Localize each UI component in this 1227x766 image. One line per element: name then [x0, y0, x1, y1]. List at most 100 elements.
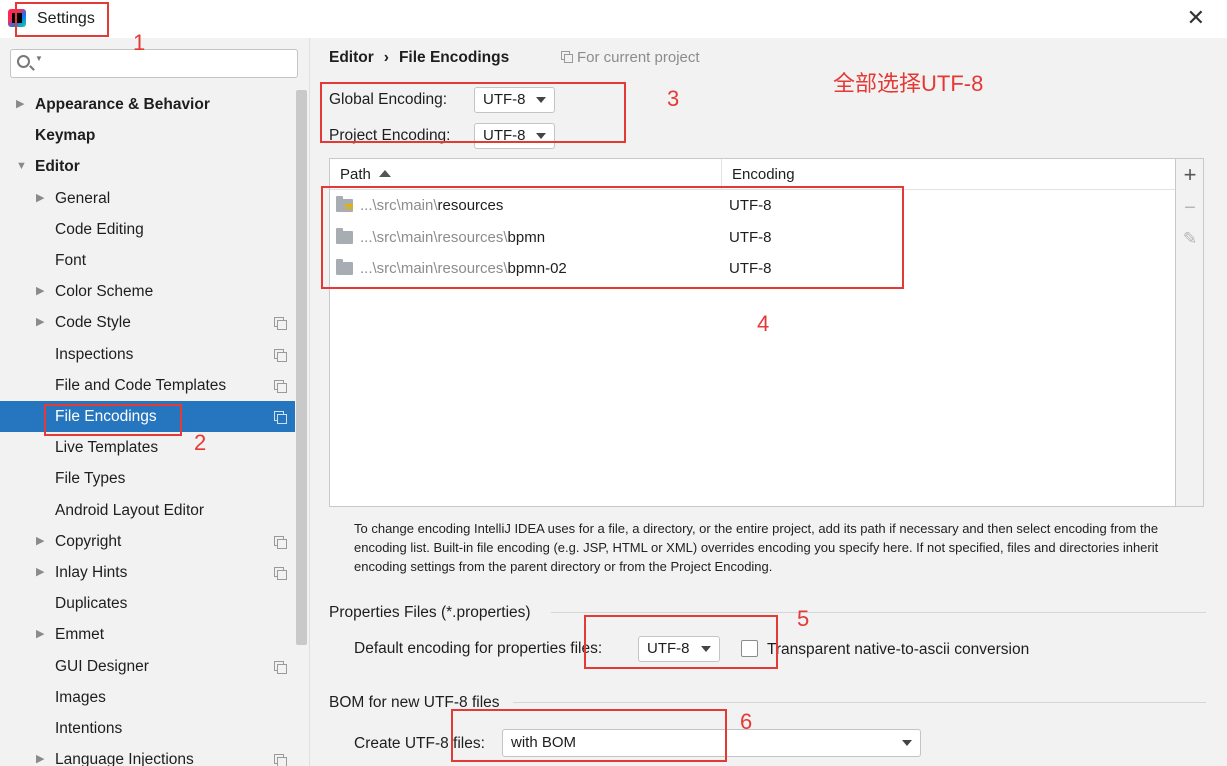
- sidebar-item-label: Intentions: [55, 720, 123, 737]
- breadcrumb-current: File Encodings: [398, 49, 510, 66]
- add-icon[interactable]: +: [1176, 161, 1204, 189]
- sidebar-item-label: General: [55, 189, 111, 207]
- remove-icon[interactable]: −: [1176, 194, 1204, 222]
- path-cell: ...\src\main\resources\bpmn: [360, 222, 545, 253]
- table-row[interactable]: ...\src\main\resources\bpmn UTF-8: [330, 222, 1175, 253]
- project-scope-icon: [274, 348, 287, 362]
- sidebar-item-file-and-code-templates[interactable]: File and Code Templates: [0, 370, 295, 401]
- settings-search-input[interactable]: [45, 53, 295, 75]
- sidebar-item-inlay-hints[interactable]: ▶ Inlay Hints: [0, 557, 295, 588]
- window-title: Settings: [37, 10, 95, 27]
- sidebar-item-label: Font: [55, 252, 87, 269]
- bom-section-title: BOM for new UTF-8 files: [329, 694, 500, 711]
- project-encoding-select[interactable]: UTF-8: [474, 123, 555, 149]
- sidebar-item-appearance-behavior[interactable]: ▶ Appearance & Behavior: [0, 89, 295, 120]
- column-header-encoding[interactable]: Encoding: [722, 159, 1175, 190]
- table-row[interactable]: ...\src\main\resources UTF-8: [330, 190, 1175, 221]
- sidebar-item-copyright[interactable]: ▶ Copyright: [0, 526, 295, 557]
- chevron-right-icon[interactable]: ▶: [36, 276, 44, 307]
- project-scope-icon: [561, 51, 573, 63]
- sidebar-item-general[interactable]: ▶ General: [0, 183, 295, 214]
- sidebar-item-live-templates[interactable]: Live Templates: [0, 432, 295, 463]
- folder-icon: [336, 227, 353, 244]
- sidebar-item-label: File Encodings: [55, 408, 157, 425]
- table-row[interactable]: ...\src\main\resources\bpmn-02 UTF-8: [330, 253, 1175, 284]
- sidebar-item-images[interactable]: Images: [0, 682, 295, 713]
- sidebar-item-label: Code Style: [55, 314, 131, 332]
- sidebar-item-label: GUI Designer: [55, 657, 149, 675]
- sidebar-item-color-scheme[interactable]: ▶ Color Scheme: [0, 276, 295, 307]
- sidebar-item-editor[interactable]: ▼ Editor: [0, 151, 295, 182]
- project-scope-icon: [274, 660, 287, 674]
- sidebar-item-label: Color Scheme: [55, 283, 154, 301]
- encoding-cell[interactable]: UTF-8: [729, 253, 772, 284]
- global-encoding-select[interactable]: UTF-8: [474, 87, 555, 113]
- encoding-cell[interactable]: UTF-8: [729, 222, 772, 253]
- properties-section-title: Properties Files (*.properties): [329, 604, 531, 621]
- sidebar-item-gui-designer[interactable]: GUI Designer: [0, 651, 295, 682]
- sort-ascending-icon: [378, 170, 391, 177]
- sidebar-item-intentions[interactable]: Intentions: [0, 713, 295, 744]
- annotation-number-1: 1: [133, 30, 146, 55]
- chevron-right-icon[interactable]: ▶: [36, 183, 44, 214]
- annotation-number-2: 2: [194, 430, 207, 455]
- project-scope-icon: [274, 535, 287, 549]
- annotation-number-6: 6: [740, 709, 753, 734]
- sidebar-item-file-types[interactable]: File Types: [0, 463, 295, 494]
- global-encoding-value: UTF-8: [483, 91, 526, 108]
- project-scope-icon: [274, 317, 287, 331]
- create-utf8-files-select[interactable]: with BOM: [502, 729, 921, 757]
- sidebar-item-android-layout-editor[interactable]: Android Layout Editor: [0, 495, 295, 526]
- chevron-right-icon[interactable]: ▶: [36, 744, 44, 766]
- column-header-encoding-label: Encoding: [732, 166, 795, 183]
- project-scope-icon: [274, 379, 287, 393]
- column-header-path[interactable]: Path: [330, 159, 721, 190]
- sidebar-item-file-encodings[interactable]: File Encodings: [0, 401, 295, 432]
- breadcrumb-separator: ›: [383, 49, 389, 66]
- encoding-cell[interactable]: UTF-8: [729, 190, 772, 221]
- project-encoding-label: Project Encoding:: [329, 127, 451, 144]
- sidebar-item-label: Live Templates: [55, 439, 159, 457]
- path-name: bpmn: [507, 228, 546, 246]
- title-bar: Settings ✕: [0, 0, 1227, 38]
- chevron-down-icon[interactable]: ▼: [16, 151, 27, 182]
- sidebar-item-code-style[interactable]: ▶ Code Style: [0, 307, 295, 338]
- path-encoding-table[interactable]: Path Encoding ...\src\main\resources UTF-…: [329, 158, 1176, 507]
- panel-divider[interactable]: [309, 38, 310, 766]
- sidebar-item-font[interactable]: Font: [0, 245, 295, 276]
- chevron-right-icon[interactable]: ▶: [36, 557, 44, 588]
- chevron-right-icon[interactable]: ▶: [36, 619, 44, 650]
- sidebar-item-label: Code Editing: [55, 220, 144, 238]
- sidebar-item-emmet[interactable]: ▶ Emmet: [0, 619, 295, 650]
- close-icon[interactable]: ✕: [1187, 6, 1205, 30]
- edit-icon[interactable]: ✎: [1176, 225, 1204, 253]
- sidebar-item-duplicates[interactable]: Duplicates: [0, 588, 295, 619]
- settings-search-box[interactable]: ▼: [10, 49, 298, 78]
- properties-encoding-value: UTF-8: [647, 640, 690, 657]
- chevron-down-icon[interactable]: ▼: [35, 54, 43, 63]
- scope-note: For current project: [561, 49, 700, 66]
- project-scope-icon: [274, 411, 287, 424]
- sidebar-item-label: Editor: [35, 158, 80, 176]
- table-toolbar: + − ✎: [1176, 158, 1204, 507]
- project-scope-icon: [274, 567, 287, 580]
- intellij-logo-icon: [8, 9, 26, 27]
- chevron-right-icon[interactable]: ▶: [16, 89, 24, 120]
- path-prefix: ...\src\main\resources\: [360, 228, 508, 246]
- resources-folder-icon: [336, 196, 353, 212]
- breadcrumb-editor[interactable]: Editor: [329, 49, 374, 66]
- sidebar-item-language-injections[interactable]: ▶ Language Injections: [0, 744, 295, 766]
- chevron-right-icon[interactable]: ▶: [36, 307, 44, 338]
- chevron-right-icon[interactable]: ▶: [36, 526, 44, 557]
- transparent-native-to-ascii-label[interactable]: Transparent native-to-ascii conversion: [767, 641, 1029, 659]
- sidebar-scrollbar[interactable]: [296, 90, 307, 645]
- project-encoding-value: UTF-8: [483, 127, 526, 144]
- path-prefix: ...\src\main\: [360, 197, 438, 214]
- transparent-native-to-ascii-checkbox[interactable]: [741, 640, 758, 657]
- sidebar-item-inspections[interactable]: Inspections: [0, 339, 295, 370]
- folder-icon: [336, 259, 353, 275]
- annotation-note: 全部选择UTF-8: [833, 71, 984, 96]
- sidebar-item-code-editing[interactable]: Code Editing: [0, 214, 295, 245]
- sidebar-item-keymap[interactable]: Keymap: [0, 120, 295, 151]
- properties-encoding-select[interactable]: UTF-8: [638, 636, 720, 662]
